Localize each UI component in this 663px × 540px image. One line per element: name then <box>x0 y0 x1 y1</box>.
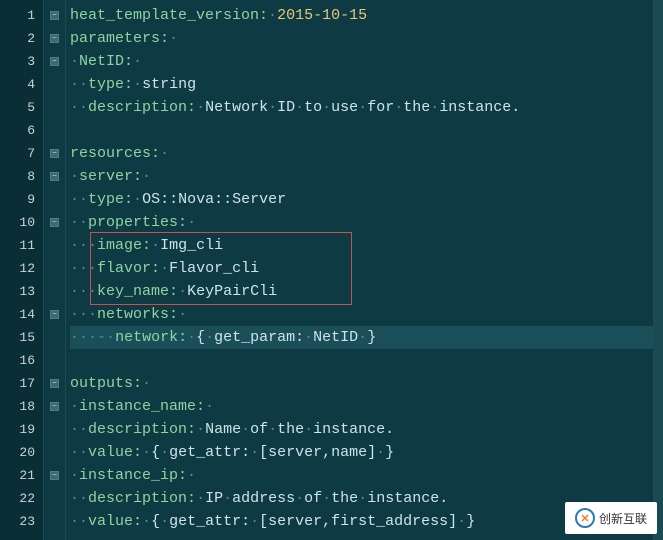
fold-toggle-icon[interactable]: − <box>50 11 59 20</box>
line-number: 16 <box>0 349 43 372</box>
watermark-text: 创新互联 <box>599 510 647 527</box>
fold-cell <box>44 510 65 533</box>
code-line[interactable]: ·instance_ip:· <box>70 464 663 487</box>
line-number: 18 <box>0 395 43 418</box>
fold-cell <box>44 96 65 119</box>
fold-cell <box>44 441 65 464</box>
code-line[interactable]: ··type:·string <box>70 73 663 96</box>
fold-cell: − <box>44 142 65 165</box>
code-line[interactable]: heat_template_version:·2015-10-15 <box>70 4 663 27</box>
fold-toggle-icon[interactable]: − <box>50 57 59 66</box>
fold-toggle-icon[interactable]: − <box>50 471 59 480</box>
fold-cell: − <box>44 4 65 27</box>
line-number: 8 <box>0 165 43 188</box>
fold-cell: − <box>44 395 65 418</box>
code-line[interactable]: parameters:· <box>70 27 663 50</box>
code-line[interactable]: ···key_name:·KeyPairCli <box>70 280 663 303</box>
line-number: 10 <box>0 211 43 234</box>
code-line[interactable]: ·server:· <box>70 165 663 188</box>
fold-toggle-icon[interactable]: − <box>50 34 59 43</box>
line-number: 2 <box>0 27 43 50</box>
line-number: 11 <box>0 234 43 257</box>
code-line[interactable]: ··properties:· <box>70 211 663 234</box>
fold-toggle-icon[interactable]: − <box>50 172 59 181</box>
fold-gutter: − − − − − − − − − − <box>44 0 66 540</box>
fold-cell <box>44 119 65 142</box>
code-line[interactable]: resources:· <box>70 142 663 165</box>
line-number: 4 <box>0 73 43 96</box>
fold-cell: − <box>44 372 65 395</box>
code-line[interactable]: outputs:· <box>70 372 663 395</box>
fold-cell: − <box>44 464 65 487</box>
line-number: 15 <box>0 326 43 349</box>
code-line[interactable]: ··value:·{·get_attr:·[server,name]·} <box>70 441 663 464</box>
line-number: 3 <box>0 50 43 73</box>
line-number-gutter: 1234567891011121314151617181920212223 <box>0 0 44 540</box>
line-number: 9 <box>0 188 43 211</box>
line-number: 17 <box>0 372 43 395</box>
line-number: 14 <box>0 303 43 326</box>
code-line[interactable]: ·instance_name:· <box>70 395 663 418</box>
watermark-logo-icon <box>575 508 595 528</box>
code-line[interactable]: ···-·network:·{·get_param:·NetID·} <box>70 326 663 349</box>
watermark-badge: 创新互联 <box>565 502 657 534</box>
code-editor[interactable]: 1234567891011121314151617181920212223 −−… <box>0 0 663 540</box>
fold-cell: − <box>44 303 65 326</box>
code-line[interactable]: ··type:·OS::Nova::Server <box>70 188 663 211</box>
line-number: 23 <box>0 510 43 533</box>
fold-toggle-icon[interactable]: − <box>50 149 59 158</box>
fold-toggle-icon[interactable]: − <box>50 402 59 411</box>
fold-cell <box>44 418 65 441</box>
line-number: 12 <box>0 257 43 280</box>
line-number: 7 <box>0 142 43 165</box>
fold-cell <box>44 280 65 303</box>
fold-cell <box>44 257 65 280</box>
code-line[interactable] <box>70 119 663 142</box>
fold-cell <box>44 487 65 510</box>
fold-cell <box>44 234 65 257</box>
line-number: 6 <box>0 119 43 142</box>
fold-cell: − <box>44 27 65 50</box>
line-number: 1 <box>0 4 43 27</box>
fold-cell <box>44 188 65 211</box>
code-line[interactable]: ·NetID:· <box>70 50 663 73</box>
fold-toggle-icon[interactable]: − <box>50 218 59 227</box>
vertical-scrollbar[interactable] <box>653 0 663 540</box>
code-line[interactable]: ··description:·Network·ID·to·use·for·the… <box>70 96 663 119</box>
code-line[interactable]: ···flavor:·Flavor_cli <box>70 257 663 280</box>
code-line[interactable]: ···networks:· <box>70 303 663 326</box>
fold-cell: − <box>44 211 65 234</box>
code-line[interactable]: ···image:·Img_cli <box>70 234 663 257</box>
line-number: 19 <box>0 418 43 441</box>
line-number: 22 <box>0 487 43 510</box>
code-line[interactable] <box>70 349 663 372</box>
fold-toggle-icon[interactable]: − <box>50 379 59 388</box>
code-area[interactable]: heat_template_version:·2015-10-15paramet… <box>66 0 663 540</box>
code-line[interactable]: ··description:·Name·of·the·instance. <box>70 418 663 441</box>
fold-cell <box>44 73 65 96</box>
fold-toggle-icon[interactable]: − <box>50 310 59 319</box>
fold-cell <box>44 326 65 349</box>
line-number: 13 <box>0 280 43 303</box>
line-number: 21 <box>0 464 43 487</box>
line-number: 20 <box>0 441 43 464</box>
line-number: 5 <box>0 96 43 119</box>
fold-cell <box>44 349 65 372</box>
fold-cell: − <box>44 165 65 188</box>
fold-cell: − <box>44 50 65 73</box>
